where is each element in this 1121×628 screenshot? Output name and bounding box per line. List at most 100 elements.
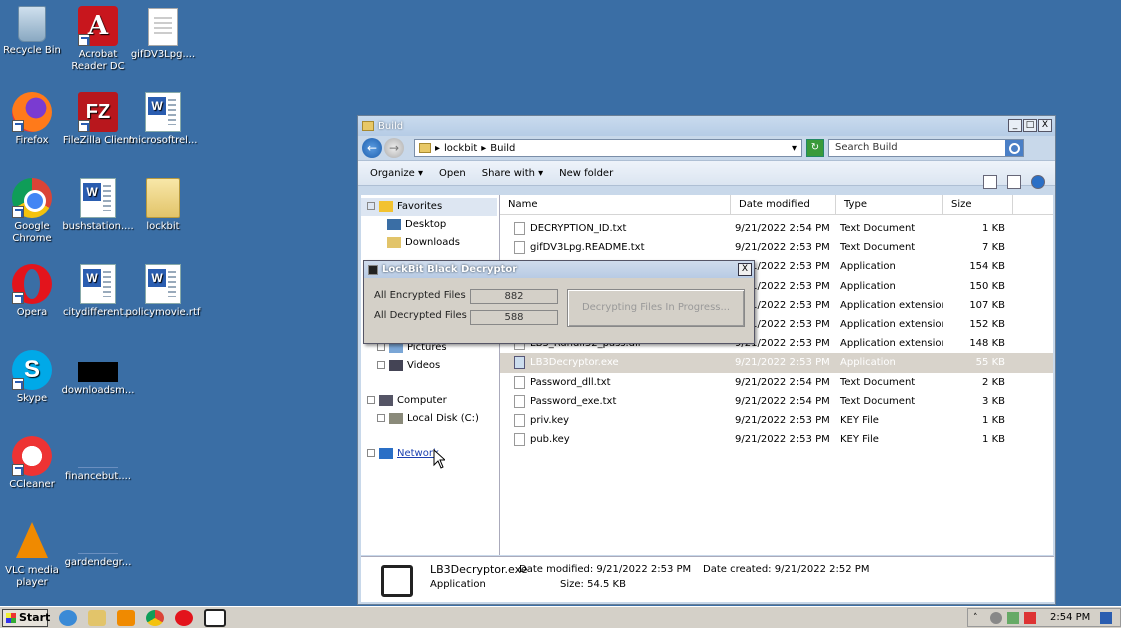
breadcrumb-lockbit[interactable]: lockbit (444, 143, 477, 154)
window-title: Build (378, 120, 404, 132)
expand-icon[interactable] (377, 361, 385, 369)
file-name: pub.key (530, 434, 570, 446)
file-name: priv.key (530, 414, 570, 426)
nav-videos[interactable]: Videos (377, 358, 440, 374)
organize-button[interactable]: Organize ▾ (370, 168, 423, 179)
forward-button[interactable]: → (384, 138, 404, 158)
file-row[interactable]: gifDV3Lpg.README.txt 9/21/2022 2:53 PM Tex… (500, 238, 1053, 257)
nav-local-disk[interactable]: Local Disk (C:) (377, 411, 479, 427)
desktop-icon-financebut[interactable]: financebut.... (60, 436, 136, 483)
file-size: 154 KB (969, 261, 1005, 273)
new-folder-button[interactable]: New folder (559, 168, 613, 179)
nav-network[interactable]: Network (367, 446, 439, 462)
minimize-button[interactable]: _ (1008, 119, 1022, 132)
clock: 2:54 PM (1050, 612, 1091, 623)
details-type: Application (430, 579, 486, 590)
lockbit-icon (368, 264, 378, 275)
share-with-button[interactable]: Share with ▾ (482, 168, 543, 179)
decrypting-progress-button[interactable]: Decrypting Files In Progress... (567, 289, 745, 327)
expand-icon[interactable] (377, 343, 385, 351)
file-row[interactable]: priv.key 9/21/2022 2:53 PM KEY File 1 KB (500, 411, 1053, 430)
file-type: KEY File (840, 414, 879, 426)
chevron-down-icon[interactable]: ▾ (792, 143, 797, 154)
breadcrumb-build[interactable]: Build (490, 143, 515, 154)
refresh-button[interactable]: ↻ (806, 139, 824, 157)
file-row[interactable]: Password_dll.txt 9/21/2022 2:54 PM Text Do… (500, 373, 1053, 392)
collapse-icon[interactable] (367, 396, 375, 404)
drive-icon (389, 412, 403, 424)
explorer-titlebar[interactable]: Build _ □ X (358, 116, 1055, 136)
nav-desktop[interactable]: Desktop (387, 217, 446, 233)
column-date-modified[interactable]: Date modified (731, 195, 836, 214)
decrypted-files-value: 588 (470, 310, 558, 325)
maximize-button[interactable]: □ (1023, 119, 1037, 132)
open-button[interactable]: Open (439, 168, 466, 179)
desktop-icon-lockbit[interactable]: lockbit (125, 178, 201, 233)
file-date: 9/21/2022 2:53 PM (735, 242, 830, 254)
file-row[interactable]: DECRYPTION_ID.txt 9/21/2022 2:54 PM Text D… (500, 219, 1053, 238)
search-input[interactable]: Search Build (828, 139, 1024, 157)
back-button[interactable]: ← (362, 138, 382, 158)
explorer-icon[interactable] (88, 609, 106, 626)
desktop-icon-gifdv3lpg[interactable]: gifDV3Lpg.... (125, 8, 201, 61)
details-modified: Date modified: 9/21/2022 2:53 PM (519, 564, 692, 575)
show-desktop-icon[interactable] (1100, 611, 1113, 624)
nav-downloads[interactable]: Downloads (387, 235, 460, 251)
star-icon (379, 200, 393, 212)
nav-computer[interactable]: Computer (367, 393, 447, 409)
address-bar[interactable]: ▸ lockbit ▸ Build ▾ (414, 139, 802, 157)
chrome-icon (12, 178, 52, 218)
opera-icon[interactable] (175, 609, 193, 626)
desktop-icon-downloadsm[interactable]: downloadsm... (60, 350, 136, 397)
ie-icon[interactable] (59, 609, 77, 626)
expand-icon[interactable] (367, 449, 375, 457)
word-doc-icon (145, 264, 181, 304)
explorer-window[interactable]: Build _ □ X ← → ▸ lockbit ▸ Build ▾ ↻ Se… (357, 115, 1056, 605)
file-list: Name Date modified Type Size DECRYPTION_… (500, 195, 1053, 555)
blank-file-icon (78, 446, 118, 468)
column-type[interactable]: Type (836, 195, 943, 214)
details-filename: LB3Decryptor.exe (430, 563, 528, 576)
file-row[interactable]: LB3Decryptor.exe 9/21/2022 2:53 PM Applica… (500, 353, 1053, 373)
decryptor-close-button[interactable]: X (738, 263, 752, 276)
volume-icon[interactable] (990, 611, 1002, 624)
decryptor-title: LockBit Black Decryptor (382, 264, 518, 275)
chrome-icon[interactable] (146, 609, 164, 626)
file-row[interactable]: Password_exe.txt 9/21/2022 2:54 PM Text Do… (500, 392, 1053, 411)
media-player-icon[interactable] (117, 609, 135, 626)
column-header-row: Name Date modified Type Size (500, 195, 1053, 215)
view-options-icon[interactable] (983, 175, 997, 189)
file-icon (514, 433, 525, 447)
file-type: Application (840, 357, 896, 369)
taskbar: Start ˄ 2:54 PM (0, 606, 1121, 628)
desktop-icon-policymovie[interactable]: policymovie.rtf (125, 264, 201, 319)
lockbit-taskbar-icon[interactable] (204, 608, 226, 627)
column-name[interactable]: Name (500, 195, 731, 214)
lockbit-app-icon (381, 565, 413, 597)
action-center-icon[interactable] (1024, 611, 1036, 624)
search-icon[interactable] (1005, 140, 1023, 156)
decryptor-dialog[interactable]: LockBit Black Decryptor X All Encrypted … (363, 260, 755, 344)
chevron-right-icon: ▸ (481, 142, 487, 154)
start-button[interactable]: Start (2, 608, 50, 627)
search-placeholder: Search Build (835, 142, 898, 153)
file-type: Application extension (840, 338, 943, 350)
file-icon (514, 241, 525, 255)
file-name: DECRYPTION_ID.txt (530, 223, 627, 235)
file-row[interactable]: pub.key 9/21/2022 2:53 PM KEY File 1 KB (500, 430, 1053, 449)
network-tray-icon[interactable] (1007, 611, 1019, 624)
decryptor-titlebar[interactable]: LockBit Black Decryptor (364, 261, 754, 278)
preview-pane-icon[interactable] (1007, 175, 1021, 189)
column-size[interactable]: Size (943, 195, 1013, 214)
nav-favorites[interactable]: Favorites (367, 199, 442, 215)
help-icon[interactable] (1031, 175, 1045, 189)
expand-icon[interactable] (377, 414, 385, 422)
collapse-icon[interactable] (367, 202, 375, 210)
desktop-icon-gardendegr[interactable]: gardendegr... (60, 522, 136, 569)
desktop-icon-microsoftrel[interactable]: microsoftrel... (125, 92, 201, 147)
close-button[interactable]: X (1038, 119, 1052, 132)
decrypted-files-label: All Decrypted Files (374, 310, 467, 321)
filezilla-icon (78, 92, 118, 132)
skype-icon (12, 350, 52, 390)
chevron-up-icon[interactable]: ˄ (973, 612, 985, 624)
